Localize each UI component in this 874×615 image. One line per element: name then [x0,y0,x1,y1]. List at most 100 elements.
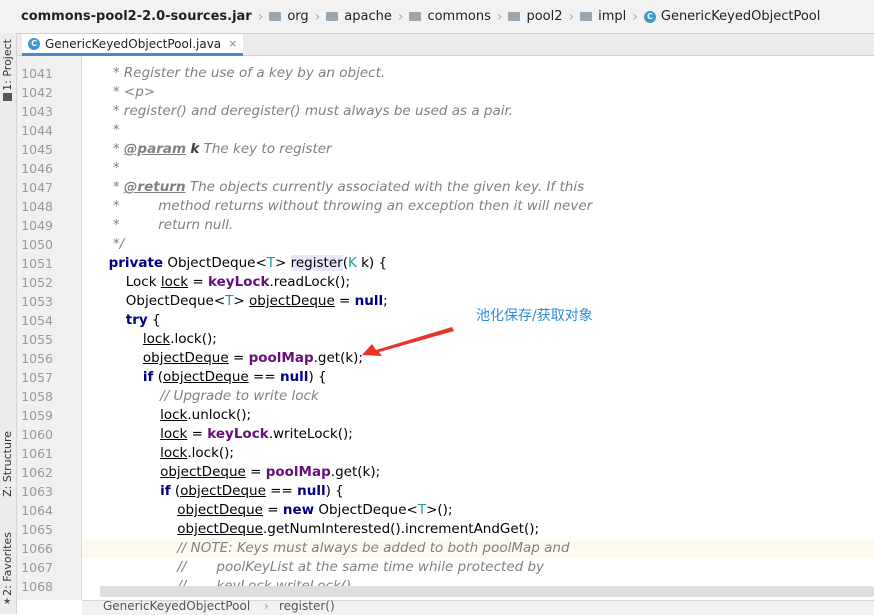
code-token: null [354,293,384,309]
code-token: * <p> [100,84,156,100]
code-token: * [100,141,124,157]
project-icon [3,93,12,101]
line-number: 1058 [21,389,53,404]
breadcrumb-separator: › [397,8,404,25]
code-token: lock [160,445,188,461]
line-number: 1063 [21,484,53,499]
code-token: */ [100,236,125,252]
structure-tab[interactable]: Z: Structure [1,431,14,497]
code-line: * register() and deregister() must alway… [82,102,874,121]
line-number: 1047 [21,180,53,195]
code-token: >(); [426,502,453,518]
code-line: * [82,159,874,178]
editor-breadcrumb-bar: GenericKeyedObjectPool › register() [82,599,874,615]
code-token: T [417,502,427,518]
code-token: T [266,255,276,271]
code-token: lock [142,331,171,347]
code-line: lock.unlock(); [82,406,874,425]
class-icon: C [643,10,656,23]
breadcrumb-org[interactable]: org [265,9,312,24]
code-token: = [245,464,266,480]
code-line: Lock lock = keyLock.readLock(); [82,273,874,292]
status-method-name[interactable]: register() [279,599,335,613]
breadcrumb-separator: › [632,8,638,25]
code-token: * method returns without throwing an exc… [100,198,593,214]
code-line: if (objectDeque == null) { [82,482,874,501]
code-token: ObjectDeque< [314,502,418,518]
line-number: 1050 [21,237,53,252]
line-number: 1044 [21,123,53,138]
line-number: 1066 [21,541,53,556]
code-token: // Upgrade to write lock [160,388,319,404]
breadcrumb-class[interactable]: C GenericKeyedObjectPool [640,9,824,24]
code-line: * <p> [82,83,874,102]
code-token: Lock [100,274,161,290]
close-icon[interactable]: × [228,37,237,50]
line-number: 1059 [21,408,53,423]
code-token: > [275,255,291,271]
horizontal-scrollbar[interactable] [100,586,874,597]
code-line: objectDeque = poolMap.get(k); [82,463,874,482]
editor-tab[interactable]: C GenericKeyedObjectPool.java × [22,34,244,56]
line-number: 1051 [21,256,53,271]
breadcrumb-impl[interactable]: impl [576,9,630,24]
code-token: * register() and deregister() must alway… [100,103,514,119]
code-token: > [233,293,250,309]
code-token: ; [383,293,388,309]
favorites-tab[interactable]: 2: Favorites [1,532,14,596]
code-token: objectDeque [180,483,266,499]
code-token: poolMap [265,464,331,480]
code-token: .writeLock(); [268,426,353,442]
project-tab[interactable]: 1: Project [1,39,14,91]
breadcrumb-commons[interactable]: commons [405,9,494,24]
status-class-name[interactable]: GenericKeyedObjectPool [103,599,250,613]
folder-icon [269,12,282,21]
code-token: .lock(); [187,445,234,461]
line-number: 1068 [21,579,53,594]
code-token: ( [153,369,163,385]
code-token: if [142,369,154,385]
breadcrumb-separator: › [257,8,264,25]
code-token: @return [123,179,186,195]
line-number: 1057 [21,370,53,385]
folder-icon [580,12,593,21]
code-token: The objects currently associated with th… [185,179,585,195]
code-line: lock.lock(); [82,444,874,463]
breadcrumb-jar[interactable]: commons-pool2-2.0-sources.jar [0,9,256,24]
breadcrumb-separator: › [314,8,321,25]
annotation-label: 池化保存/获取对象 [476,308,593,324]
code-token: register [290,255,343,271]
line-number: 1043 [21,104,53,119]
code-line: * method returns without throwing an exc… [82,197,874,216]
code-token: * [100,122,120,138]
class-icon: C [28,37,40,50]
code-token: = [187,426,208,442]
line-number: 1054 [21,313,53,328]
code-line: */ [82,235,874,254]
code-token: = [262,502,283,518]
code-token: poolMap [248,350,314,366]
line-number: 1041 [21,66,53,81]
breadcrumb-apache[interactable]: apache [322,9,396,24]
navigation-bar: commons-pool2-2.0-sources.jar › org › ap… [0,0,874,34]
editor-tab-bar: C GenericKeyedObjectPool.java × [17,34,874,56]
code-line: * @param k The key to register [82,140,874,159]
code-line: // Upgrade to write lock [82,387,874,406]
code-token: new [282,502,315,518]
code-editor[interactable]: * Register the use of a key by an object… [82,56,874,600]
line-number: 1067 [21,560,53,575]
folder-icon [508,12,521,21]
line-number: 1048 [21,199,53,214]
code-token: * [100,160,120,176]
breadcrumb-pool2[interactable]: pool2 [504,9,566,24]
code-line: lock = keyLock.writeLock(); [82,425,874,444]
